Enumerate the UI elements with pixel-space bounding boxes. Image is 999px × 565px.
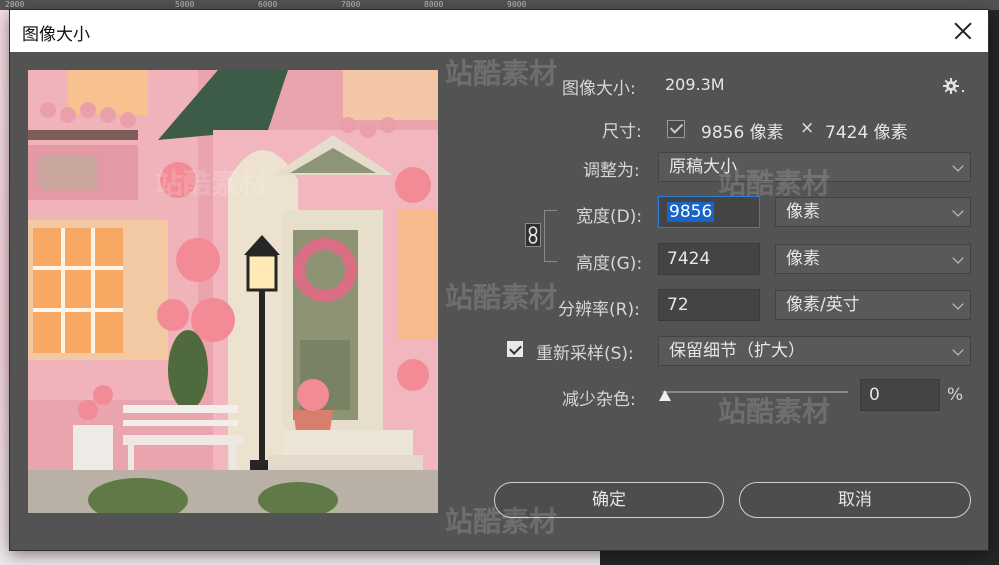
resample-checkbox[interactable]	[507, 341, 523, 357]
ruler-tick: 9000	[507, 0, 527, 9]
fit-to-select[interactable]: 原稿大小	[658, 152, 971, 182]
ruler-tick: 6000	[258, 0, 278, 9]
resolution-value: 72	[667, 295, 689, 315]
chain-link-icon[interactable]	[525, 223, 541, 247]
width-input[interactable]: 9856	[658, 196, 760, 228]
resample-value: 保留细节（扩大）	[669, 341, 805, 361]
image-preview[interactable]	[28, 70, 438, 513]
reduce-noise-input[interactable]: 0	[860, 379, 940, 411]
dialog-title: 图像大小	[22, 25, 90, 45]
dialog-titlebar: 图像大小	[10, 10, 988, 52]
ruler-tick: 5000	[175, 0, 195, 9]
chevron-down-icon	[952, 298, 964, 310]
cancel-button-label: 取消	[838, 490, 872, 510]
chevron-down-icon	[952, 160, 964, 172]
chevron-down-icon	[952, 252, 964, 264]
image-size-value: 209.3M	[665, 75, 725, 94]
gear-icon[interactable]	[942, 76, 966, 96]
ruler-tick: 7000	[341, 0, 361, 9]
constrain-bracket	[544, 210, 557, 262]
fit-to-label: 调整为:	[583, 161, 640, 181]
width-unit-value: 像素	[786, 202, 820, 222]
width-value: 9856	[667, 202, 715, 222]
reduce-noise-label: 减少杂色:	[562, 390, 636, 410]
chevron-down-icon	[952, 205, 964, 217]
resample-select[interactable]: 保留细节（扩大）	[658, 336, 971, 366]
resolution-input[interactable]: 72	[658, 289, 760, 321]
dimensions-height-text: 7424 像素	[825, 123, 908, 143]
chevron-down-icon	[952, 344, 964, 356]
dimensions-times: ×	[800, 118, 815, 138]
height-value: 7424	[667, 249, 711, 269]
height-unit-select[interactable]: 像素	[775, 244, 971, 274]
height-unit-value: 像素	[786, 249, 820, 269]
resolution-unit-select[interactable]: 像素/英寸	[775, 290, 971, 320]
dimensions-label: 尺寸:	[602, 122, 642, 142]
dimensions-dropdown-icon[interactable]	[667, 120, 685, 138]
reduce-noise-slider[interactable]	[662, 391, 848, 393]
ruler-tick: 2000	[5, 0, 25, 9]
resolution-label: 分辨率(R):	[558, 300, 640, 320]
ok-button[interactable]: 确定	[494, 482, 724, 518]
dimensions-width-text: 9856 像素	[701, 123, 784, 143]
height-label: 高度(G):	[576, 254, 643, 274]
close-icon[interactable]	[948, 16, 978, 46]
fit-to-value: 原稿大小	[669, 157, 737, 177]
preview-illustration	[28, 70, 438, 513]
resolution-unit-value: 像素/英寸	[786, 295, 860, 315]
height-input[interactable]: 7424	[658, 243, 760, 275]
image-size-dialog: 图像大小 图像大小: 209.3M 尺寸: 9856 像素 × 7424 像素 …	[10, 10, 988, 550]
ok-button-label: 确定	[592, 490, 626, 510]
cancel-button[interactable]: 取消	[739, 482, 971, 518]
image-size-label: 图像大小:	[562, 79, 636, 99]
resample-label: 重新采样(S):	[536, 344, 634, 364]
reduce-noise-value: 0	[869, 385, 880, 405]
percent-unit: %	[947, 385, 964, 405]
ruler-tick: 8000	[424, 0, 444, 9]
width-label: 宽度(D):	[576, 207, 643, 227]
width-unit-select[interactable]: 像素	[775, 197, 971, 227]
